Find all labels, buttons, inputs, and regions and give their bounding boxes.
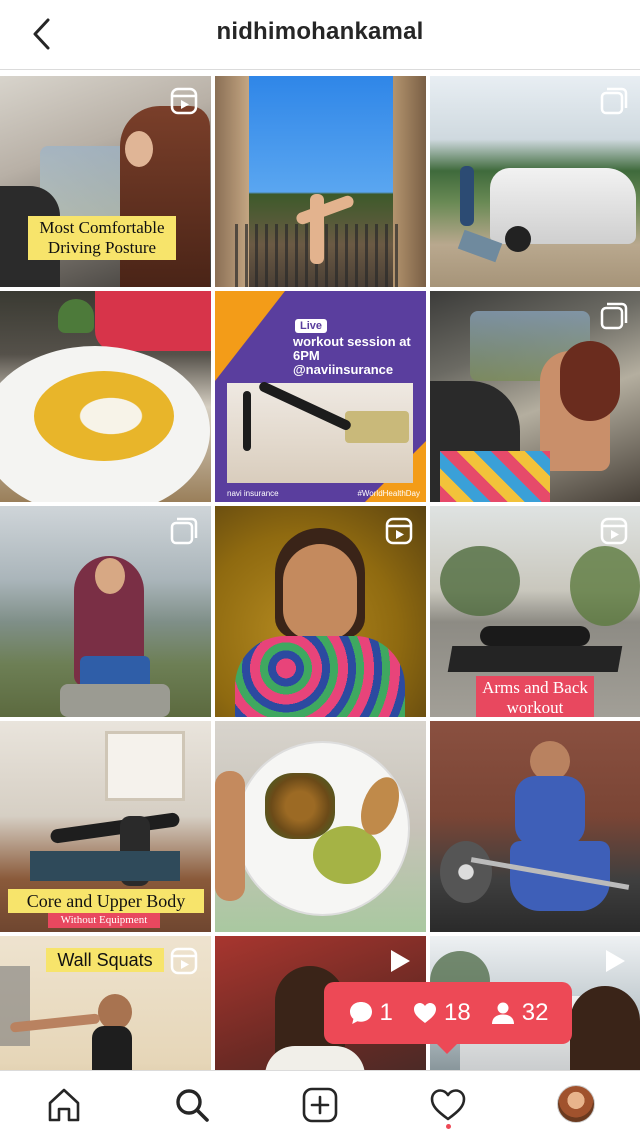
comment-count-value: 1 — [379, 999, 393, 1026]
hashtag-text: #WorldHealthDay — [357, 489, 420, 498]
tab-profile-avatar[interactable] — [557, 1085, 595, 1123]
tab-new-post[interactable] — [300, 1085, 340, 1125]
post-caption: Most Comfortable Driving Posture — [28, 216, 176, 260]
post-subcaption: Without Equipment — [48, 913, 160, 928]
post-tile[interactable] — [0, 506, 211, 717]
tab-home[interactable] — [44, 1085, 84, 1125]
post-tile[interactable]: Most Comfortable Driving Posture — [0, 76, 211, 287]
profile-username: nidhimohankamal — [216, 18, 424, 45]
carousel-icon — [169, 516, 199, 546]
top-bar: nidhimohankamal — [0, 0, 640, 70]
post-tile[interactable] — [430, 721, 640, 932]
post-tile[interactable] — [215, 506, 426, 717]
post-tile[interactable]: Core and Upper Body Without Equipment — [0, 721, 211, 932]
promo-text: workout session at 6PM @naviinsurance — [293, 334, 411, 377]
carousel-icon — [599, 301, 629, 331]
post-tile[interactable]: Live workout session at 6PM @naviinsuran… — [215, 291, 426, 502]
comment-count: 1 — [348, 999, 393, 1027]
follower-count-value: 32 — [521, 999, 549, 1026]
like-count-value: 18 — [443, 999, 471, 1026]
like-count: 18 — [412, 999, 471, 1027]
post-tile[interactable] — [0, 291, 211, 502]
person-icon — [491, 1002, 514, 1024]
reel-icon — [169, 946, 199, 976]
post-tile[interactable] — [430, 76, 640, 287]
reel-icon — [384, 516, 414, 546]
video-icon — [384, 946, 414, 976]
activity-indicator-dot — [446, 1124, 451, 1129]
tab-search[interactable] — [172, 1085, 212, 1125]
post-tile[interactable]: Wall Squats — [0, 936, 211, 1070]
bottom-tab-bar — [0, 1070, 640, 1138]
heart-outline-icon — [430, 1089, 466, 1121]
live-badge: Live — [295, 319, 328, 333]
home-icon — [48, 1088, 80, 1122]
carousel-icon — [599, 86, 629, 116]
brand-text: navi insurance — [227, 489, 279, 498]
heart-icon — [413, 1003, 436, 1023]
tab-activity[interactable] — [428, 1085, 468, 1125]
reel-icon — [599, 516, 629, 546]
post-tile[interactable] — [215, 721, 426, 932]
reel-icon — [169, 86, 199, 116]
follower-count: 32 — [490, 999, 549, 1027]
post-caption: Core and Upper Body — [8, 889, 204, 913]
post-caption: Wall Squats — [46, 948, 164, 972]
post-tile[interactable]: Arms and Back workout — [430, 506, 640, 717]
activity-notification[interactable]: 1 18 32 — [324, 982, 572, 1054]
post-tile[interactable] — [215, 76, 426, 287]
post-caption: Arms and Back workout — [476, 676, 594, 717]
plus-square-icon — [302, 1087, 338, 1123]
comment-icon — [349, 1002, 372, 1024]
posts-grid: Most Comfortable Driving Posture Live wo… — [0, 76, 640, 1070]
search-icon — [176, 1089, 209, 1122]
post-tile[interactable] — [430, 291, 640, 502]
video-icon — [599, 946, 629, 976]
